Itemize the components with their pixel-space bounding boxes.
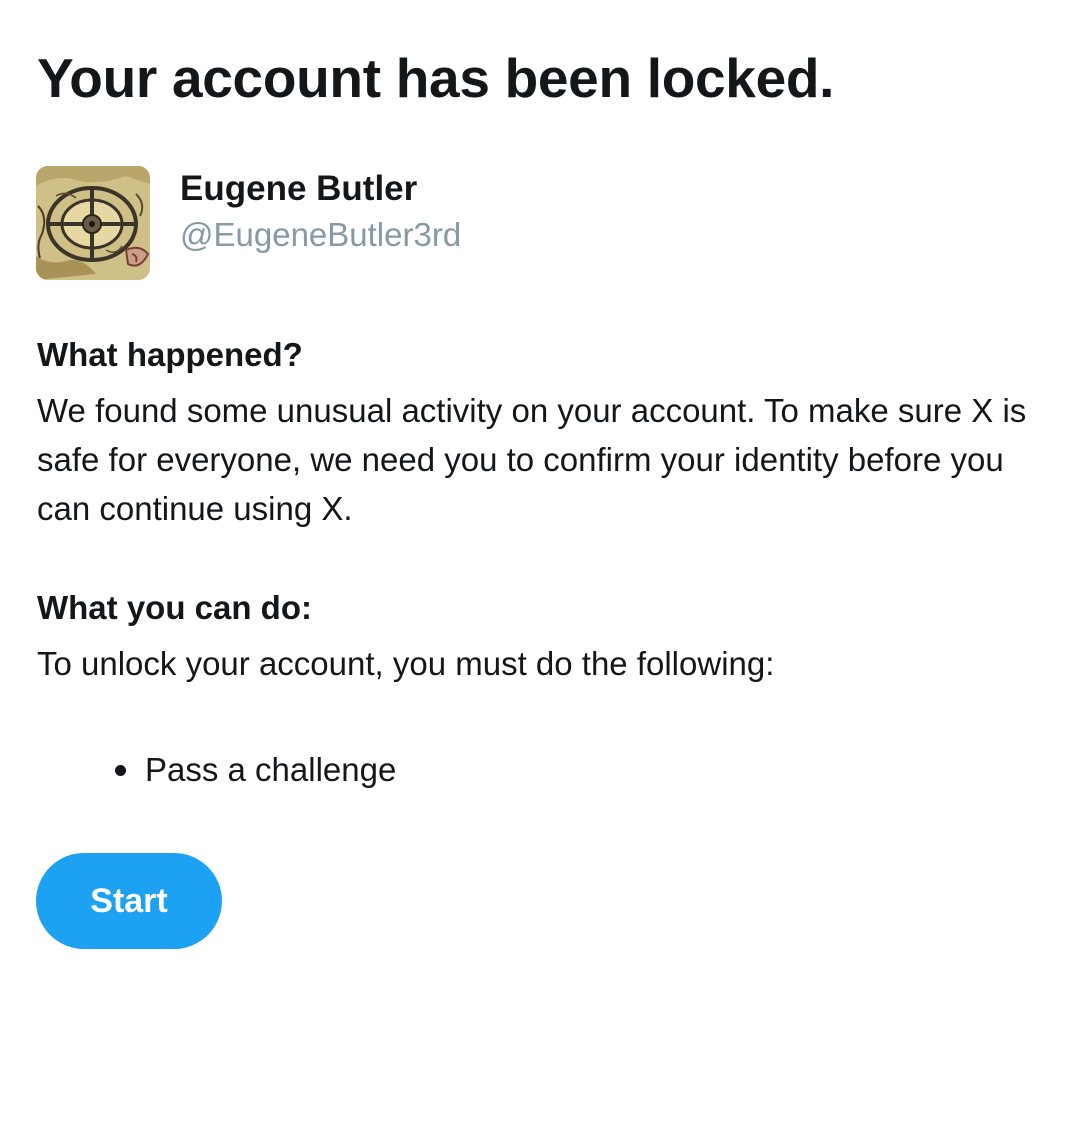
requirements-list: Pass a challenge [115, 746, 396, 794]
display-name: Eugene Butler [180, 169, 418, 208]
step-label: Pass a challenge [145, 751, 397, 788]
list-item: Pass a challenge [115, 746, 396, 794]
user-handle: @EugeneButler3rd [180, 216, 462, 253]
page-title: Your account has been locked. [37, 47, 835, 109]
bullet-icon [115, 765, 126, 776]
what-happened-text: We found some unusual activity on your a… [37, 392, 1027, 527]
avatar [36, 166, 150, 280]
account-profile: Eugene Butler @EugeneButler3rd [36, 166, 736, 280]
what-happened-heading: What happened? [37, 336, 303, 373]
what-you-can-do-text: To unlock your account, you must do the … [37, 645, 775, 682]
map-artwork-icon [36, 166, 150, 280]
what-you-can-do-heading: What you can do: [37, 589, 312, 626]
start-button[interactable]: Start [36, 853, 222, 949]
